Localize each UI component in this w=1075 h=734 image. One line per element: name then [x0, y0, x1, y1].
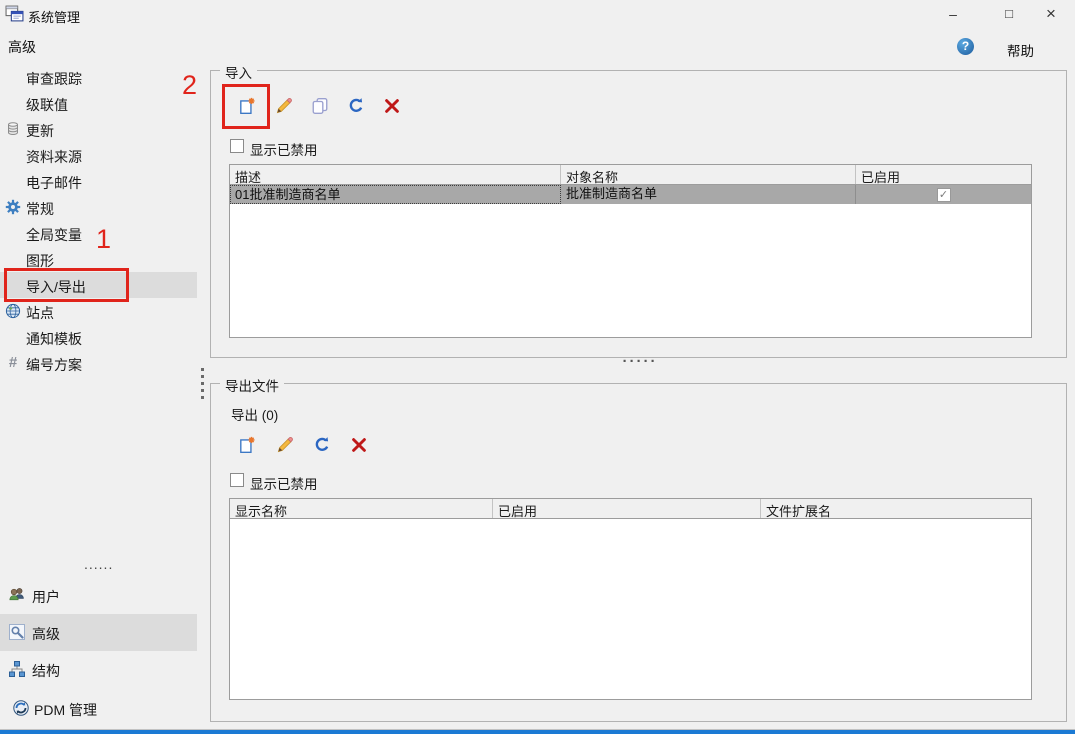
cell-description: 01批准制造商名单 [230, 185, 561, 204]
sidebar-item-numbering-schemes[interactable]: # 编号方案 [0, 350, 197, 376]
advanced-tools-icon [8, 623, 26, 641]
import-refresh-button[interactable] [345, 95, 367, 117]
import-show-disabled-label: 显示已禁用 [250, 139, 318, 159]
sidebar-item-graphics[interactable]: 图形 [0, 246, 197, 272]
import-new-button[interactable] [236, 95, 258, 117]
export-show-disabled-label: 显示已禁用 [250, 473, 318, 493]
export-table: 显示名称 已启用 文件扩展名 [229, 498, 1032, 700]
export-show-disabled-checkbox[interactable] [230, 473, 244, 487]
app-icon [5, 4, 24, 23]
maximize-button[interactable]: □ [988, 0, 1030, 28]
pencil-icon [276, 436, 294, 454]
sidebar-item-label: 导入/导出 [26, 277, 86, 297]
new-document-icon [238, 97, 256, 115]
sidebar-item-global-variables[interactable]: 全局变量 [0, 220, 197, 246]
column-header-display-name[interactable]: 显示名称 [230, 499, 493, 518]
import-table: 描述 对象名称 已启用 01批准制造商名单 批准制造商名单 ✓ [229, 164, 1032, 338]
column-header-enabled[interactable]: 已启用 [493, 499, 761, 518]
new-document-icon [238, 436, 256, 454]
numbering-icon: # [5, 355, 21, 371]
copy-icon [311, 97, 329, 115]
minimize-button[interactable]: – [932, 0, 974, 28]
import-show-disabled-checkbox[interactable] [230, 139, 244, 153]
delete-x-icon [383, 97, 401, 115]
sidebar-item-general[interactable]: 常规 [0, 194, 197, 220]
sidebar-item-update[interactable]: 更新 [0, 116, 197, 142]
globe-icon [5, 303, 21, 319]
enabled-checkbox[interactable]: ✓ [937, 188, 951, 202]
window-bottom-edge [0, 729, 1075, 730]
help-icon[interactable]: ? [957, 38, 974, 55]
cell-enabled: ✓ [856, 185, 1031, 204]
column-header-object-name[interactable]: 对象名称 [561, 165, 856, 184]
export-delete-button[interactable] [348, 434, 370, 456]
import-table-header: 描述 对象名称 已启用 [230, 165, 1031, 185]
nav-item-label: 用户 [32, 587, 60, 607]
nav-item-structure[interactable]: 结构 [0, 651, 197, 688]
pencil-icon [275, 97, 293, 115]
delete-x-icon [350, 436, 368, 454]
refresh-icon [347, 97, 365, 115]
sidebar-item-data-sources[interactable]: 资料来源 [0, 142, 197, 168]
sidebar-item-label: 站点 [26, 303, 54, 323]
help-button[interactable]: 帮助 [1007, 40, 1034, 60]
nav-item-pdm-management[interactable]: PDM 管理 [0, 690, 197, 727]
export-edit-button[interactable] [274, 434, 296, 456]
sidebar-item-label: 图形 [26, 251, 54, 271]
export-group-title: 导出文件 [220, 375, 284, 395]
sidebar-splitter-handle[interactable] [201, 368, 206, 402]
sidebar-item-email[interactable]: 电子邮件 [0, 168, 197, 194]
gear-icon [5, 199, 21, 215]
nav-item-advanced[interactable]: 高级 [0, 614, 197, 651]
panel-splitter-handle[interactable]: ····· [618, 357, 662, 369]
sidebar-item-audit-trail[interactable]: 审查跟踪 [0, 64, 197, 90]
sidebar-dots: ...... [84, 556, 113, 572]
import-copy-button[interactable] [309, 95, 331, 117]
window-title: 系统管理 [28, 7, 80, 26]
structure-icon [8, 660, 26, 678]
users-icon [8, 586, 26, 604]
import-group-title: 导入 [220, 62, 257, 82]
sidebar-item-label: 审查跟踪 [26, 69, 82, 89]
export-count-label: 导出 (0) [231, 404, 278, 424]
sidebar-item-label: 资料来源 [26, 147, 82, 167]
sidebar-item-import-export[interactable]: 导入/导出 [0, 272, 197, 298]
sidebar-item-label: 级联值 [26, 95, 68, 115]
nav-item-users[interactable]: 用户 [0, 577, 197, 614]
sidebar-item-label: 编号方案 [26, 355, 82, 375]
nav-item-label: PDM 管理 [34, 700, 97, 720]
column-header-enabled[interactable]: 已启用 [856, 165, 1031, 184]
titlebar: 系统管理 – □ × [0, 0, 1075, 28]
export-table-header: 显示名称 已启用 文件扩展名 [230, 499, 1031, 519]
nav-item-label: 高级 [32, 624, 60, 644]
table-row[interactable]: 01批准制造商名单 批准制造商名单 ✓ [230, 185, 1031, 204]
cell-object-name: 批准制造商名单 [561, 185, 856, 204]
sidebar-item-label: 电子邮件 [26, 173, 82, 193]
column-header-file-extension[interactable]: 文件扩展名 [761, 499, 1031, 518]
close-button[interactable]: × [1030, 0, 1072, 28]
sidebar-item-label: 更新 [26, 121, 54, 141]
export-new-button[interactable] [236, 434, 258, 456]
import-delete-button[interactable] [381, 95, 403, 117]
refresh-icon [313, 436, 331, 454]
database-icon [5, 121, 21, 137]
pdm-sync-icon [12, 699, 30, 717]
column-header-description[interactable]: 描述 [230, 165, 561, 184]
sidebar-item-cascade-values[interactable]: 级联值 [0, 90, 197, 116]
system-management-window: 系统管理 – □ × ? 帮助 高级 审查跟踪 级联值 更新 资料来源 电子邮件 [0, 0, 1075, 734]
sidebar-item-label: 全局变量 [26, 225, 82, 245]
sidebar-section-title: 高级 [8, 37, 36, 57]
nav-item-label: 结构 [32, 661, 60, 681]
sidebar-item-label: 常规 [26, 199, 54, 219]
export-refresh-button[interactable] [311, 434, 333, 456]
import-edit-button[interactable] [273, 95, 295, 117]
sidebar-item-notification-templates[interactable]: 通知模板 [0, 324, 197, 350]
sidebar-item-sites[interactable]: 站点 [0, 298, 197, 324]
sidebar-item-label: 通知模板 [26, 329, 82, 349]
